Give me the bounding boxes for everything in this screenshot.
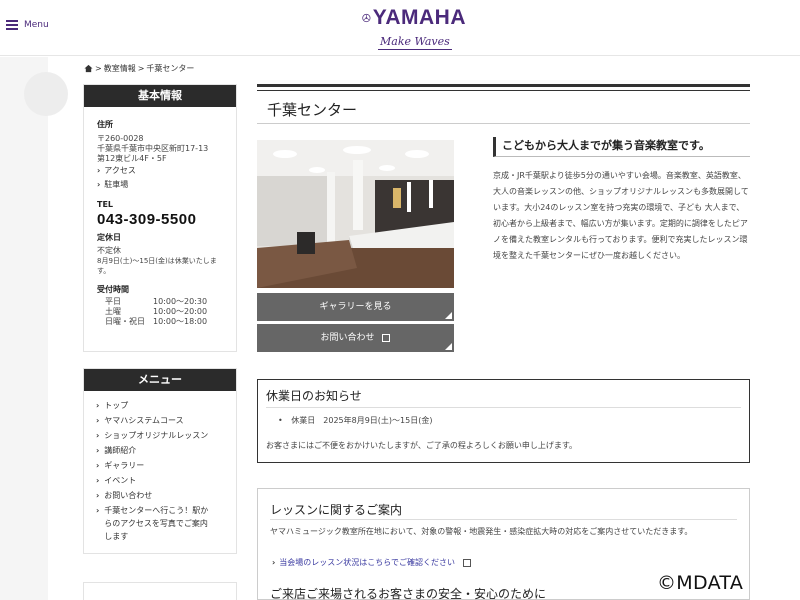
left-decor-band	[0, 57, 48, 600]
chevron-right-icon: ›	[272, 558, 276, 567]
hours-time: 10:00～20:00	[153, 307, 208, 316]
page-title-bar: 千葉センター	[257, 84, 750, 124]
parking-link-label: 駐車場	[104, 180, 129, 189]
closed-days-note-cont: す。	[97, 267, 111, 275]
center-interior-photo	[257, 140, 454, 288]
side-menu-item-top[interactable]: › トップ	[96, 398, 226, 413]
side-menu-item-original-lesson[interactable]: › ショップオリジナルレッスン	[96, 428, 226, 443]
menu-label: Menu	[24, 20, 49, 30]
side-menu-item-label: イベント	[104, 476, 137, 485]
address-line-2: 第12東ビル4F・5F	[97, 154, 167, 163]
access-link-label: アクセス	[104, 166, 136, 175]
site-header: Menu YAMAHA Make Waves	[0, 0, 800, 56]
address-line-1: 千葉県千葉市中央区新町17-13	[97, 144, 209, 153]
hours-table: 平日 10:00～20:30 土曜 10:00～20:00 日曜・祝日 10:0…	[105, 297, 224, 327]
notice-text: お客さまにはご不便をおかけいたしますが、ご了承の程よろしくお願い申し上げます。	[266, 441, 578, 450]
yamaha-logo[interactable]: YAMAHA Make Waves	[362, 6, 466, 50]
chevron-right-icon: ›	[96, 506, 100, 515]
postal-code: 〒260-0028	[97, 134, 144, 143]
chevron-right-icon: ›	[96, 476, 100, 485]
notice-title: 休業日のお知らせ	[266, 389, 362, 403]
notice-item: • 休業日 2025年8月9日(土)～15日(金)	[278, 415, 432, 426]
side-menu-heading: メニュー	[84, 369, 236, 391]
chevron-right-icon: ›	[96, 491, 100, 500]
corner-triangle-icon	[445, 343, 452, 350]
safety-section-title: ご来店ご来場されるお客さまの安全・安心のために	[270, 587, 547, 600]
side-menu-item-label-line: します	[104, 532, 129, 541]
side-menu-item-label: 千葉センターへ行こう！駅か らのアクセスを写真でご案内 します	[104, 503, 208, 543]
breadcrumb-item-current: 千葉センター	[146, 64, 195, 73]
intro-text: 京成・JR千葉駅より徒歩5分の通いやすい会場。音楽教室、英語教室、大人の音楽レッ…	[493, 171, 749, 260]
contact-button-label: お問い合わせ	[320, 333, 375, 343]
logo-wordmark: YAMAHA	[372, 6, 466, 29]
breadcrumb: > 教室情報 > 千葉センター	[84, 63, 194, 74]
external-link-icon	[382, 333, 391, 342]
chevron-right-icon: ›	[96, 416, 100, 425]
side-menu-item-label: 講師紹介	[104, 446, 137, 455]
tuning-fork-emblem-icon	[362, 13, 371, 23]
parking-link[interactable]: › 駐車場	[97, 178, 224, 192]
left-decor-circle	[24, 72, 68, 116]
hamburger-icon	[6, 20, 18, 30]
hours-label: 受付時間	[97, 285, 129, 294]
chevron-right-icon: ›	[96, 401, 100, 410]
chevron-right-icon: ›	[97, 180, 101, 189]
chevron-right-icon: ›	[96, 446, 100, 455]
lesson-status-link[interactable]: › 当会場のレッスン状況はこちらでご確認ください	[272, 557, 472, 568]
side-menu-item-label: お問い合わせ	[104, 491, 153, 500]
side-menu-item-label-line: らのアクセスを写真でご案内	[104, 519, 208, 528]
tel-label: TEL	[97, 200, 114, 209]
contact-button[interactable]: お問い合わせ	[257, 324, 454, 352]
side-menu-item-gallery[interactable]: › ギャラリー	[96, 458, 226, 473]
corner-triangle-icon	[445, 312, 452, 319]
external-link-icon	[463, 558, 472, 567]
side-menu-item-events[interactable]: › イベント	[96, 473, 226, 488]
gallery-button-label: ギャラリーを見る	[319, 302, 392, 312]
catch-copy: こどもから大人までが集う音楽教室です。	[493, 137, 750, 157]
basic-info-heading: 基本情報	[84, 85, 236, 107]
logo-tagline: Make Waves	[378, 35, 452, 50]
side-menu-item-label-line: 千葉センターへ行こう！駅か	[104, 506, 209, 515]
side-menu-item-label: ショップオリジナルレッスン	[104, 431, 209, 440]
chevron-right-icon: ›	[96, 431, 100, 440]
home-icon[interactable]	[84, 64, 93, 73]
tel-number[interactable]: 043-309-5500	[97, 211, 224, 228]
side-menu-item-teachers[interactable]: › 講師紹介	[96, 443, 226, 458]
gallery-button[interactable]: ギャラリーを見る	[257, 293, 454, 321]
bullet-icon: •	[278, 416, 283, 425]
hours-day: 土曜	[105, 307, 121, 316]
breadcrumb-separator: >	[137, 64, 145, 73]
chevron-right-icon: ›	[96, 461, 100, 470]
watermark: ©MDATA	[657, 572, 744, 594]
address-label: 住所	[97, 120, 113, 129]
notice-item-text: 休業日 2025年8月9日(土)～15日(金)	[291, 416, 433, 425]
lesson-info-text: ヤマハミュージック教室所在地において、対象の警報・地震発生・感染症拡大時の対応を…	[270, 527, 693, 536]
side-menu-item-label: ヤマハシステムコース	[104, 416, 184, 425]
side-menu-box: メニュー › トップ › ヤマハシステムコース › ショップオリジナルレッスン › 講師…	[83, 368, 237, 554]
side-menu-item-label: トップ	[104, 401, 129, 410]
side-menu-item-contact[interactable]: › お問い合わせ	[96, 488, 226, 503]
lesson-info-title: レッスンに関するご案内	[270, 503, 403, 517]
side-menu-item-access-guide[interactable]: › 千葉センターへ行こう！駅か らのアクセスを写真でご案内 します	[96, 503, 226, 543]
page-title: 千葉センター	[267, 101, 358, 119]
hours-time: 10:00～20:30	[153, 297, 208, 306]
side-menu-item-label: ギャラリー	[104, 461, 145, 470]
side-extra-box	[83, 582, 237, 600]
closure-notice-box: 休業日のお知らせ • 休業日 2025年8月9日(土)～15日(金) お客さまに…	[257, 379, 750, 463]
menu-button[interactable]: Menu	[6, 20, 49, 30]
breadcrumb-item-classroom[interactable]: 教室情報	[104, 63, 136, 74]
basic-info-box: 基本情報 住所 〒260-0028 千葉県千葉市中央区新町17-13 第12東ビ…	[83, 84, 237, 352]
hours-day: 平日	[105, 297, 121, 306]
closed-days-value: 不定休	[97, 246, 121, 255]
hours-time: 10:00～18:00	[153, 317, 208, 326]
side-menu-item-system-course[interactable]: › ヤマハシステムコース	[96, 413, 226, 428]
closed-days-note: 8月9日(土)～15日(金)は休業いたしま	[97, 257, 217, 265]
hours-day: 日曜・祝日	[105, 317, 145, 326]
chevron-right-icon: ›	[97, 166, 101, 175]
access-link[interactable]: › アクセス	[97, 164, 224, 178]
lesson-status-link-label: 当会場のレッスン状況はこちらでご確認ください	[279, 558, 456, 567]
breadcrumb-separator: >	[95, 64, 102, 73]
closed-days-label: 定休日	[97, 233, 121, 242]
